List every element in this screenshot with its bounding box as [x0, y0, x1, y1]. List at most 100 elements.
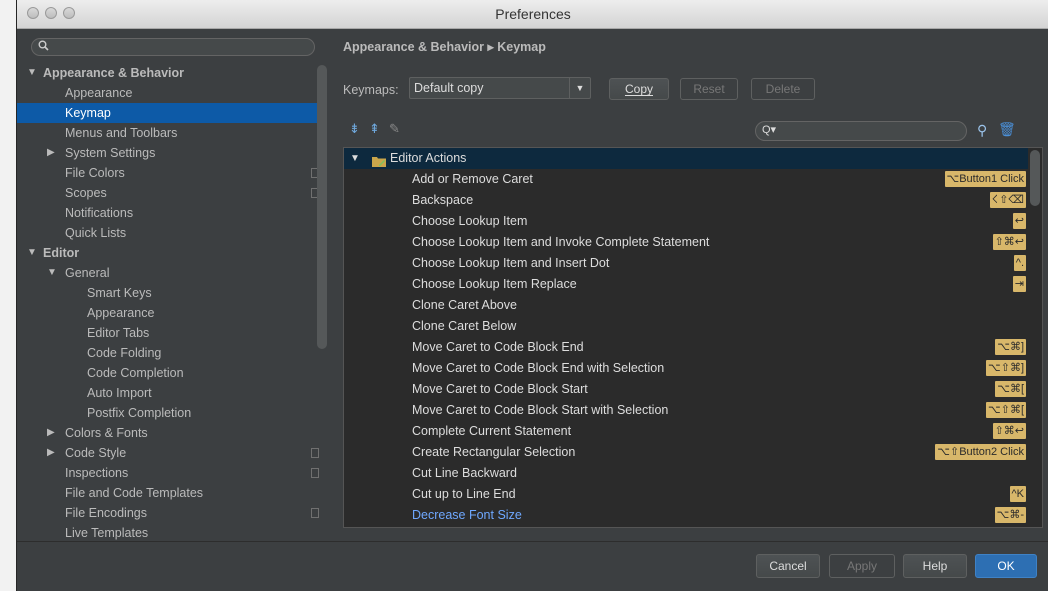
sidebar-item[interactable]: ▶ System Settings — [17, 143, 317, 163]
expanded-arrow-icon[interactable]: ▼ — [27, 63, 37, 83]
sidebar-item[interactable]: Appearance — [17, 303, 317, 323]
sidebar-item[interactable]: Code Folding — [17, 343, 317, 363]
action-row[interactable]: Choose Lookup Item Replace ⇥ — [344, 274, 1028, 295]
actions-list: ▼ Editor Actions Add or Remove Caret ⌥But… — [343, 147, 1043, 528]
sidebar-item-label: Live Templates — [65, 526, 149, 540]
action-row[interactable]: Decrease Font Size ⌥⌘- — [344, 505, 1028, 526]
action-row[interactable]: Clone Caret Above — [344, 295, 1028, 316]
group-row-editor-actions[interactable]: ▼ Editor Actions — [344, 148, 1028, 169]
preferences-window: Preferences ▼ Appearance & Behavior Appear… — [16, 0, 1048, 591]
collapsed-arrow-icon[interactable]: ▶ — [47, 143, 55, 163]
action-row[interactable]: Backspace⌫⇧⌫ — [344, 190, 1028, 211]
copy-button[interactable]: Copy — [609, 78, 669, 100]
cancel-button[interactable]: Cancel — [756, 554, 820, 578]
edit-icon[interactable]: ✎ — [389, 121, 400, 137]
keymaps-label: Keymaps: — [343, 83, 399, 97]
action-label: Cut Line Backward — [412, 466, 517, 480]
sidebar-item[interactable]: Quick Lists — [17, 223, 317, 243]
sidebar-item[interactable]: File and Code Templates — [17, 483, 317, 503]
shortcut-badge: ↩ — [1012, 213, 1026, 229]
project-scope-icon — [311, 448, 319, 458]
expanded-arrow-icon[interactable]: ▼ — [27, 243, 37, 263]
sidebar-item-label: Code Completion — [87, 366, 184, 380]
search-options-icon[interactable]: Q▾ — [762, 123, 776, 136]
sidebar-item[interactable]: File Encodings — [17, 503, 319, 523]
sidebar-item[interactable]: ▶ Colors & Fonts — [17, 423, 317, 443]
sidebar-item[interactable]: Smart Keys — [17, 283, 317, 303]
action-label: Choose Lookup Item and Insert Dot — [412, 256, 610, 270]
shortcut-badge: ⇧⌫ — [997, 192, 1026, 208]
sidebar-item[interactable]: Auto Import — [17, 383, 317, 403]
action-row[interactable]: Choose Lookup Item ↩ — [344, 211, 1028, 232]
find-shortcut-icon[interactable]: ⚲ — [977, 122, 987, 139]
sidebar-item[interactable]: Keymap — [17, 103, 317, 123]
action-search-input[interactable]: Q▾ — [755, 121, 967, 141]
expanded-arrow-icon[interactable]: ▼ — [47, 263, 57, 283]
sidebar-item[interactable]: Postfix Completion — [17, 403, 317, 423]
sidebar-item[interactable]: File Colors — [17, 163, 319, 183]
action-row[interactable]: Complete Current Statement ⇧⌘↩ — [344, 421, 1028, 442]
settings-search-input[interactable] — [31, 38, 315, 56]
sidebar-item[interactable]: Editor Tabs — [17, 323, 317, 343]
action-label: Choose Lookup Item — [412, 214, 528, 228]
action-label: Backspace — [412, 193, 474, 207]
trash-icon[interactable]: 🗑 — [998, 121, 1016, 138]
sidebar-item[interactable]: Menus and Toolbars — [17, 123, 317, 143]
window-title: Preferences — [495, 6, 571, 22]
collapsed-arrow-icon[interactable]: ▶ — [47, 443, 55, 463]
sidebar-item-label: Smart Keys — [87, 286, 152, 300]
apply-button[interactable]: Apply — [829, 554, 895, 578]
action-label: Choose Lookup Item and Invoke Complete S… — [412, 235, 710, 249]
list-scrollbar[interactable] — [1030, 150, 1040, 206]
shortcut-badge: ^. — [1013, 255, 1026, 271]
sidebar-item[interactable]: Code Completion — [17, 363, 317, 383]
sidebar-item[interactable]: ▼ Editor — [17, 243, 317, 263]
action-row[interactable]: Move Caret to Code Block Start ⌥⌘[ — [344, 379, 1028, 400]
sidebar-item-label: Keymap — [65, 106, 111, 120]
delete-button[interactable]: Delete — [751, 78, 815, 100]
shortcut-badge: ⌥⇧⌘] — [986, 360, 1026, 376]
action-row[interactable]: Cut Line Backward — [344, 463, 1028, 484]
action-row[interactable]: Cut up to Line End ^K — [344, 484, 1028, 505]
sidebar-item[interactable]: Inspections — [17, 463, 319, 483]
action-row[interactable]: Move Caret to Code Block End ⌥⌘] — [344, 337, 1028, 358]
search-icon — [38, 40, 49, 54]
shortcut-badge: ⌥Button1 Click — [944, 171, 1026, 187]
action-row[interactable]: Clone Caret Below — [344, 316, 1028, 337]
action-label: Create Rectangular Selection — [412, 445, 576, 459]
collapsed-arrow-icon[interactable]: ▶ — [47, 423, 55, 443]
sidebar-item-label: Editor — [43, 246, 80, 260]
sidebar-item[interactable]: Notifications — [17, 203, 317, 223]
chevron-down-icon[interactable]: ▼ — [569, 78, 590, 98]
sidebar-item[interactable]: Live Templates — [17, 523, 317, 543]
action-row[interactable]: Create Rectangular Selection ⌥⇧Button2 Cl… — [344, 442, 1028, 463]
shortcut-badge: ^K — [1009, 486, 1026, 502]
sidebar-item-label: Auto Import — [87, 386, 152, 400]
action-label: Complete Current Statement — [412, 424, 572, 438]
action-row[interactable]: Add or Remove Caret ⌥Button1 Click — [344, 169, 1028, 190]
help-button[interactable]: Help — [903, 554, 967, 578]
sidebar-item[interactable]: ▼ General — [17, 263, 317, 283]
ok-button[interactable]: OK — [975, 554, 1037, 578]
action-row[interactable]: Choose Lookup Item and Insert Dot ^. — [344, 253, 1028, 274]
action-row[interactable]: Move Caret to Code Block End with Select… — [344, 358, 1028, 379]
collapse-all-icon[interactable]: ⇞ — [369, 121, 380, 137]
shortcut-badge: ⇥ — [1012, 276, 1026, 292]
sidebar-item-label: Code Folding — [87, 346, 162, 360]
expand-arrow-icon[interactable]: ▼ — [350, 148, 360, 169]
group-label: Editor Actions — [390, 151, 467, 165]
sidebar-item[interactable]: Scopes — [17, 183, 319, 203]
keymap-select[interactable]: Default copy ▼ — [409, 77, 591, 99]
action-label: Add or Remove Caret — [412, 172, 533, 186]
action-row[interactable]: Move Caret to Code Block Start with Sele… — [344, 400, 1028, 421]
reset-button[interactable]: Reset — [680, 78, 738, 100]
action-label: Choose Lookup Item Replace — [412, 277, 577, 291]
sidebar-item[interactable]: Appearance — [17, 83, 317, 103]
sidebar-scrollbar[interactable] — [317, 65, 327, 349]
sidebar-item[interactable]: ▼ Appearance & Behavior — [17, 63, 317, 83]
sidebar-item[interactable]: ▶ Code Style — [17, 443, 319, 463]
expand-all-icon[interactable]: ⇟ — [349, 121, 360, 137]
action-label: Clone Caret Above — [412, 298, 517, 312]
action-row[interactable]: Choose Lookup Item and Invoke Complete S… — [344, 232, 1028, 253]
settings-sidebar: ▼ Appearance & Behavior Appearance Keymap Me… — [17, 29, 343, 541]
